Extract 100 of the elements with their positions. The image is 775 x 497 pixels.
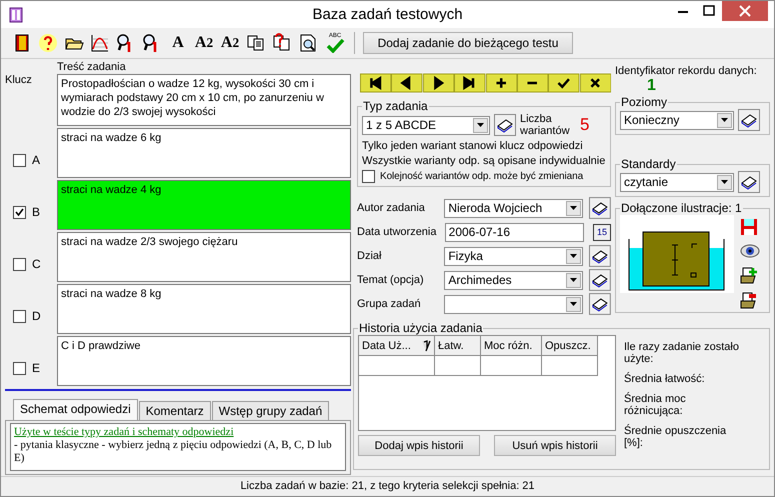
variants-label: Liczba wariantów	[520, 113, 570, 137]
save-icon[interactable]	[740, 218, 758, 236]
column-header[interactable]: Opuszcz.	[542, 336, 598, 356]
copy-icon[interactable]	[246, 33, 266, 53]
history-table[interactable]: Data Uż... Łatw. Moc różn. Opuszcz.	[358, 335, 616, 431]
book-icon[interactable]	[589, 293, 611, 315]
close-button[interactable]	[722, 1, 768, 21]
shuffle-label: Kolejność wariantów odp. może być zmieniana	[380, 171, 584, 182]
field-label: Temat (opcja)	[357, 274, 425, 286]
group-title: Dołączone ilustracje: 1	[620, 201, 743, 215]
book-icon[interactable]	[494, 114, 516, 136]
add-button[interactable]	[486, 73, 517, 93]
answer-letter: C	[32, 257, 41, 271]
add-to-test-button[interactable]: Dodaj zadanie do bieżącego testu	[363, 32, 573, 54]
answer-letter: D	[32, 309, 41, 323]
delete-button[interactable]	[516, 73, 548, 93]
help-icon[interactable]	[38, 33, 58, 53]
book-icon[interactable]	[589, 269, 611, 291]
dropdown[interactable]: Nieroda Wojciech	[444, 198, 584, 218]
column-header[interactable]: Data Uż...	[359, 336, 435, 356]
group-title: Historia użycia zadania	[358, 321, 484, 335]
book-icon[interactable]	[738, 171, 760, 193]
caret-icon[interactable]	[721, 180, 728, 184]
date-field[interactable]: 2006-07-16	[444, 222, 584, 242]
window-title: Baza zadań testowych	[312, 6, 463, 23]
dropdown[interactable]: Fizyka	[444, 246, 584, 266]
stat-label: Średnia moc różnicująca:	[624, 393, 687, 417]
export-icon[interactable]	[740, 291, 758, 309]
record-id-label: Identyfikator rekordu danych:	[615, 65, 758, 77]
sort-icon[interactable]	[421, 340, 431, 352]
answer-text[interactable]: C i D prawdziwe	[57, 336, 351, 386]
history-button[interactable]: Dodaj wpis historii	[358, 435, 480, 456]
group-title: Poziomy	[620, 95, 668, 109]
scheme-heading: Użyte w teście typy zadań i schematy odpowiedzi	[14, 426, 235, 439]
task-type-dropdown[interactable]: 1 z 5 ABCDE	[362, 116, 490, 134]
key-checkbox[interactable]	[13, 362, 26, 374]
stat-label: Średnia łatwość:	[624, 373, 706, 385]
prev-button[interactable]	[391, 73, 423, 93]
answer-text[interactable]: straci na wadze 4 kg	[57, 180, 351, 230]
answer-letter: A	[32, 153, 40, 167]
answer-text[interactable]: straci na wadze 6 kg	[57, 128, 351, 178]
caret-icon[interactable]	[570, 302, 578, 306]
cancel-button[interactable]	[580, 73, 611, 93]
answer-text[interactable]: straci na wadze 2/3 swojego ciężaru	[57, 232, 351, 282]
type-note: Wszystkie warianty odp. są opisane indywidualnie	[362, 155, 606, 167]
dropdown[interactable]: Archimedes	[444, 270, 584, 290]
key-checkbox[interactable]	[13, 154, 26, 166]
key-label: Klucz	[5, 74, 32, 87]
levels-dropdown[interactable]: Konieczny	[620, 110, 734, 130]
table-cell	[542, 356, 598, 376]
record-id: 1	[647, 77, 657, 95]
table-cell	[481, 356, 542, 376]
variants-count: 5	[580, 115, 590, 135]
last-button[interactable]	[454, 73, 486, 93]
calendar-icon[interactable]: 15	[593, 224, 611, 240]
eye-icon[interactable]	[740, 243, 760, 259]
question-text[interactable]: Prostopadłościan o wadze 12 kg, wysokości 30 cm i wymiarach podstawy 20 cm x 10 cm, po zanurzeniu w wodzie do 2/3 swojej wysokości	[57, 74, 351, 126]
paste-icon[interactable]	[272, 33, 292, 53]
caret-icon[interactable]	[477, 123, 484, 127]
table-cell	[435, 356, 481, 376]
status-bar: Liczba zadań w bazie: 21, z tego kryteria selekcji spełnia: 21	[1, 476, 774, 496]
stat-label: Ile razy zadanie zostało użyte:	[624, 341, 740, 365]
font-icon[interactable]: A	[168, 33, 188, 53]
caret-icon[interactable]	[721, 118, 728, 122]
field-label: Grupa zadań	[357, 298, 422, 310]
book-icon[interactable]	[589, 245, 611, 267]
post-button[interactable]	[548, 73, 580, 93]
field-label: Autor zadania	[357, 202, 426, 214]
answer-letter: E	[32, 361, 40, 375]
import-icon[interactable]	[740, 266, 758, 284]
standards-dropdown[interactable]: czytanie	[620, 172, 734, 192]
book-icon[interactable]	[738, 109, 760, 131]
shuffle-checkbox[interactable]	[362, 170, 375, 183]
key-checkbox[interactable]	[13, 258, 26, 270]
group-title: Standardy	[620, 157, 677, 171]
first-button[interactable]	[360, 73, 392, 93]
caret-icon[interactable]	[570, 254, 578, 258]
chart-icon[interactable]	[90, 33, 110, 53]
field-label: Dział	[357, 250, 382, 262]
scheme-text-area[interactable]: Użyte w teście typy zadań i schematy odpowiedzi - pytania klasyczne - wybierz jedną z pięciu odpowiedzi (A, B, C, D lub E)	[10, 423, 346, 471]
column-header[interactable]: Moc różn.	[481, 336, 542, 356]
tab[interactable]: Wstęp grupy zadań	[212, 401, 330, 420]
content-label: Treść zadania	[57, 61, 126, 74]
column-header[interactable]: Łatw.	[435, 336, 481, 356]
tab[interactable]: Schemat odpowiedzi	[13, 399, 138, 420]
book-icon[interactable]	[589, 197, 611, 219]
stat-label: Średnie opuszczenia [%]:	[624, 425, 728, 449]
caret-icon[interactable]	[570, 278, 578, 282]
type-note: Tylko jeden wariant stanowi klucz odpowiedzi	[362, 140, 584, 152]
answer-letter: B	[32, 205, 40, 219]
tab[interactable]: Komentarz	[138, 401, 211, 420]
caret-icon[interactable]	[570, 206, 578, 210]
history-button[interactable]: Usuń wpis historii	[494, 435, 616, 456]
next-button[interactable]	[422, 73, 454, 93]
key-checkbox[interactable]	[13, 310, 26, 322]
scheme-text: - pytania klasyczne - wybierz jedną z pięciu odpowiedzi (A, B, C, D lub E)	[14, 439, 333, 465]
group-title: Typ zadania	[362, 99, 429, 113]
key-checkbox[interactable]	[13, 206, 26, 218]
preview-icon[interactable]	[298, 33, 318, 53]
answer-text[interactable]: straci na wadze 8 kg	[57, 284, 351, 334]
